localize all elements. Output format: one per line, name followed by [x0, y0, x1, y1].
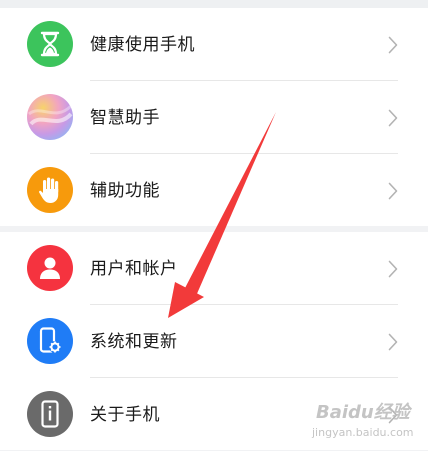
- annotation-arrow: [168, 112, 276, 318]
